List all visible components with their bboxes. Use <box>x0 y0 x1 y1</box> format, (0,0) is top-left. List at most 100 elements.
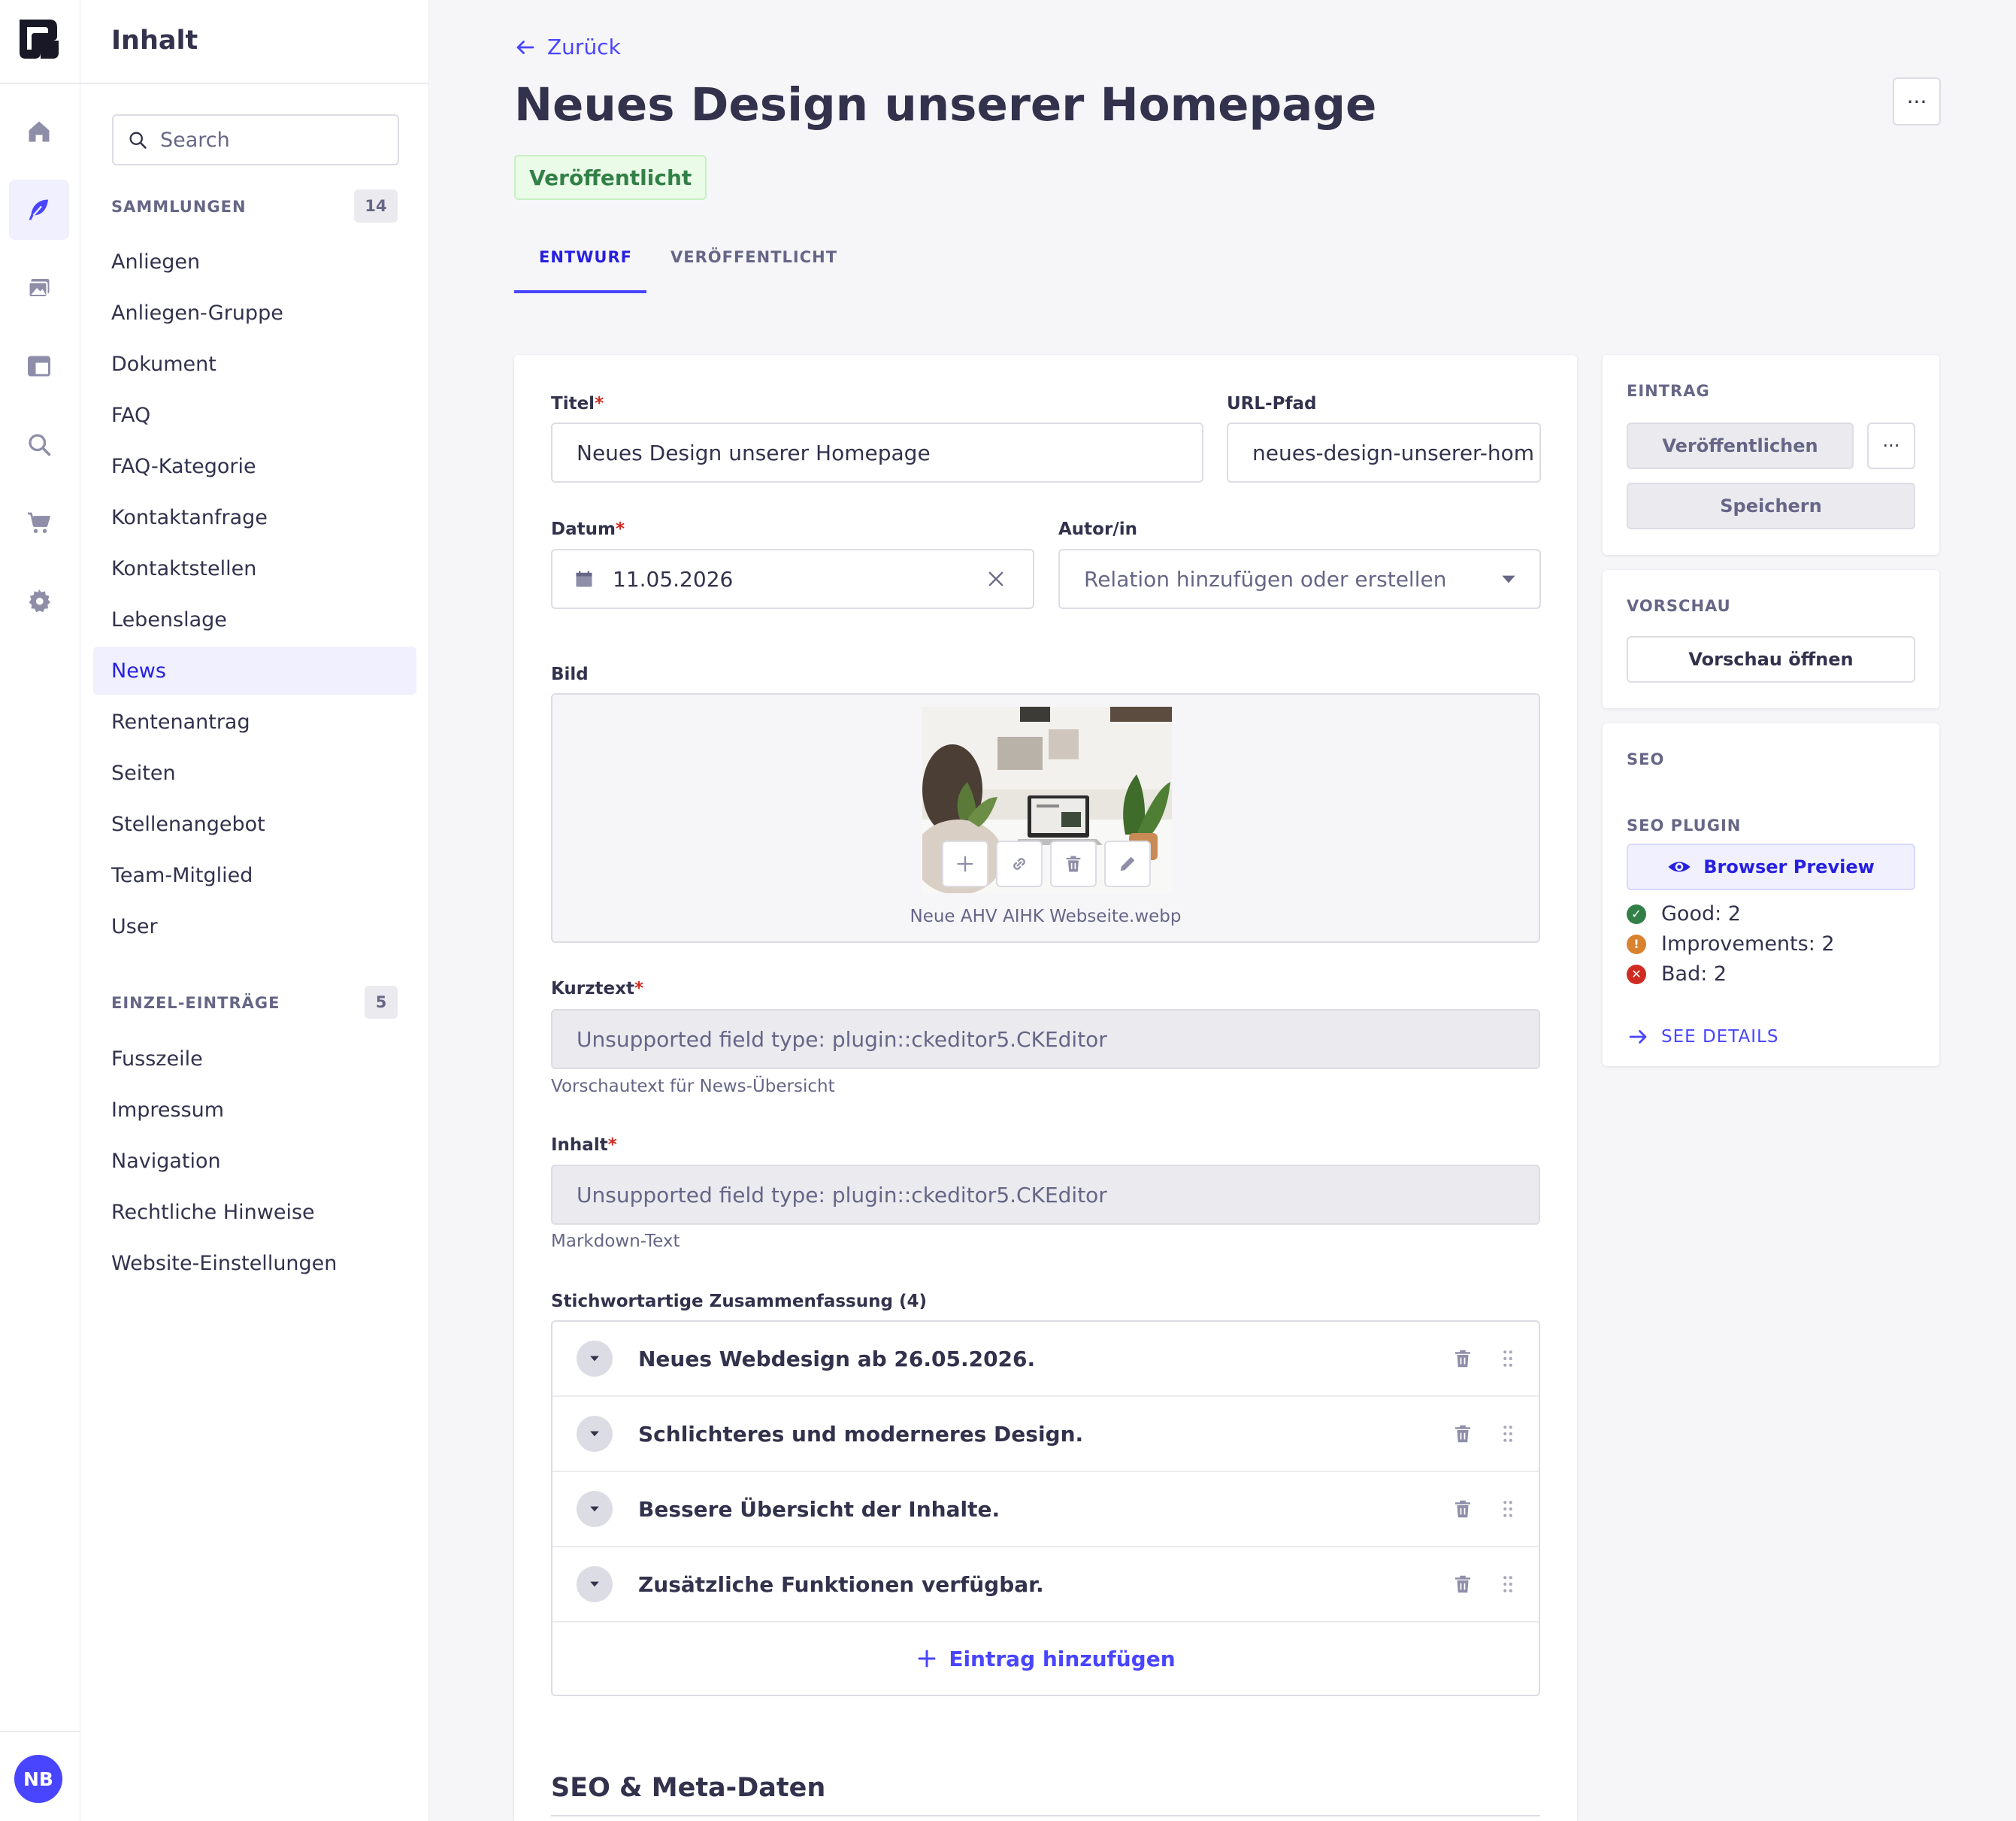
add-entry-button[interactable]: Eintrag hinzufügen <box>552 1623 1539 1695</box>
browser-preview-button[interactable]: Browser Preview <box>1627 844 1915 890</box>
cross-circle-icon: ✕ <box>1627 964 1646 984</box>
sidebar-item-kontaktanfrage[interactable]: Kontaktanfrage <box>93 493 416 541</box>
sidebar-item-lebenslage[interactable]: Lebenslage <box>93 595 416 644</box>
summary-label: Stichwortartige Zusammenfassung (4) <box>551 1292 927 1311</box>
sidebar-item-anliegen[interactable]: Anliegen <box>93 238 416 286</box>
summary-row[interactable]: Zusätzliche Funktionen verfügbar. <box>552 1547 1539 1623</box>
author-relation-select[interactable]: Relation hinzufügen oder erstellen <box>1058 549 1541 609</box>
chevron-down-icon[interactable] <box>577 1341 613 1377</box>
edit-image-button[interactable] <box>1104 841 1151 887</box>
date-value: 11.05.2026 <box>613 566 734 592</box>
short-text-hint: Vorschautext für News-Übersicht <box>551 1077 835 1096</box>
preview-panel-heading: VORSCHAU <box>1627 597 1731 615</box>
arrow-right-icon <box>1629 1030 1647 1044</box>
seo-plugin-heading: SEO PLUGIN <box>1627 817 1742 835</box>
sidebar-item-fusszeile[interactable]: Fusszeile <box>93 1035 416 1083</box>
open-preview-button[interactable]: Vorschau öffnen <box>1627 636 1915 683</box>
image-asset-field[interactable]: Neue AHV AIHK Webseite.webp <box>551 693 1540 943</box>
rail-content-type-builder[interactable] <box>9 336 69 396</box>
rail-media-library[interactable] <box>9 258 69 318</box>
calendar-icon <box>576 571 592 587</box>
add-image-button[interactable] <box>942 841 988 887</box>
url-path-label: URL-Pfad <box>1227 394 1317 414</box>
trash-icon[interactable] <box>1451 1573 1474 1595</box>
seo-bad-text: Bad: 2 <box>1661 962 1727 986</box>
sidebar-item-news[interactable]: News <box>93 647 416 695</box>
rail-bottom-divider <box>0 1731 80 1732</box>
sidebar-item-faq-kategorie[interactable]: FAQ-Kategorie <box>93 442 416 490</box>
sidebar-item-stellenangebot[interactable]: Stellenangebot <box>93 800 416 848</box>
seo-meta-heading: SEO & Meta-Daten <box>551 1773 826 1803</box>
rail-marketplace[interactable] <box>9 492 69 553</box>
content-field: Unsupported field type: plugin::ckeditor… <box>551 1165 1540 1225</box>
user-avatar[interactable]: NB <box>14 1755 62 1803</box>
sidebar-item-impressum[interactable]: Impressum <box>93 1086 416 1134</box>
sidebar-item-seiten[interactable]: Seiten <box>93 749 416 797</box>
search-input[interactable]: Search <box>112 114 399 165</box>
summary-row[interactable]: Schlichteres und moderneres Design. <box>552 1397 1539 1472</box>
seo-good-stat: ✓ Good: 2 <box>1627 902 1741 926</box>
rail-settings[interactable] <box>9 571 69 631</box>
title-input[interactable]: Neues Design unserer Homepage <box>551 423 1203 483</box>
back-link[interactable]: Zurück <box>514 35 621 59</box>
sidebar-item-rentenantrag[interactable]: Rentenantrag <box>93 698 416 746</box>
tab-published[interactable]: VERÖFFENTLICHT <box>670 248 837 266</box>
copy-link-button[interactable] <box>996 841 1043 887</box>
search-icon <box>129 132 147 149</box>
save-button[interactable]: Speichern <box>1627 483 1915 529</box>
image-label: Bild <box>551 665 589 684</box>
rail-home[interactable] <box>9 102 69 162</box>
publish-button[interactable]: Veröffentlichen <box>1627 423 1854 469</box>
content-hint: Markdown-Text <box>551 1232 680 1251</box>
arrow-left-icon <box>516 40 534 54</box>
sidebar-item-rechtliche-hinweise[interactable]: Rechtliche Hinweise <box>93 1188 416 1236</box>
drag-handle-icon[interactable] <box>1497 1423 1519 1445</box>
image-actions <box>942 841 1151 887</box>
sidebar-item-faq[interactable]: FAQ <box>93 391 416 439</box>
single-types-heading: EINZEL-EINTRÄGE <box>111 994 280 1012</box>
active-tab-indicator <box>514 290 646 293</box>
page-title: Neues Design unserer Homepage <box>514 78 1377 132</box>
entry-more-button[interactable]: ··· <box>1867 423 1915 469</box>
author-label: Autor/in <box>1058 520 1137 539</box>
tab-draft[interactable]: ENTWURF <box>539 248 632 266</box>
sidebar-item-website-einstellungen[interactable]: Website-Einstellungen <box>93 1239 416 1287</box>
trash-icon[interactable] <box>1451 1423 1474 1445</box>
sidebar-item-navigation[interactable]: Navigation <box>93 1137 416 1185</box>
sidebar-item-anliegen-gruppe[interactable]: Anliegen-Gruppe <box>93 289 416 337</box>
summary-row-text: Zusätzliche Funktionen verfügbar. <box>638 1571 1044 1597</box>
app-logo[interactable] <box>17 17 62 62</box>
sidebar-item-team-mitglied[interactable]: Team-Mitglied <box>93 851 416 899</box>
entry-panel: EINTRAG Veröffentlichen ··· Speichern <box>1603 355 1939 555</box>
single-types-count-badge: 5 <box>365 986 398 1019</box>
sidebar-item-dokument[interactable]: Dokument <box>93 340 416 388</box>
summary-row[interactable]: Bessere Übersicht der Inhalte. <box>552 1472 1539 1547</box>
preview-panel: VORSCHAU Vorschau öffnen <box>1603 570 1939 708</box>
drag-handle-icon[interactable] <box>1497 1498 1519 1520</box>
eye-icon <box>1668 862 1691 872</box>
rail-search[interactable] <box>9 414 69 474</box>
rail-content-manager[interactable] <box>9 180 69 240</box>
drag-handle-icon[interactable] <box>1497 1573 1519 1595</box>
see-details-link[interactable]: SEE DETAILS <box>1627 1026 1778 1048</box>
summary-row-text: Schlichteres und moderneres Design. <box>638 1421 1084 1447</box>
status-badge: Veröffentlicht <box>514 155 707 200</box>
chevron-down-icon[interactable] <box>577 1491 613 1527</box>
trash-icon[interactable] <box>1451 1498 1474 1520</box>
delete-image-button[interactable] <box>1050 841 1097 887</box>
chevron-down-icon[interactable] <box>577 1566 613 1602</box>
sidebar-item-kontaktstellen[interactable]: Kontaktstellen <box>93 544 416 592</box>
cart-icon <box>28 512 50 533</box>
more-actions-button[interactable]: ··· <box>1893 77 1941 126</box>
seo-improvements-stat: ! Improvements: 2 <box>1627 932 1835 956</box>
rail-divider <box>0 83 80 84</box>
chevron-down-icon[interactable] <box>577 1416 613 1452</box>
trash-icon[interactable] <box>1451 1347 1474 1370</box>
url-path-input[interactable]: neues-design-unserer-hom <box>1227 423 1541 483</box>
date-picker[interactable]: 11.05.2026 <box>551 549 1034 609</box>
drag-handle-icon[interactable] <box>1497 1347 1519 1370</box>
sidebar-item-user[interactable]: User <box>93 902 416 950</box>
clear-icon[interactable] <box>985 568 1006 589</box>
gear-icon <box>29 589 50 613</box>
summary-row[interactable]: Neues Webdesign ab 26.05.2026. <box>552 1322 1539 1397</box>
